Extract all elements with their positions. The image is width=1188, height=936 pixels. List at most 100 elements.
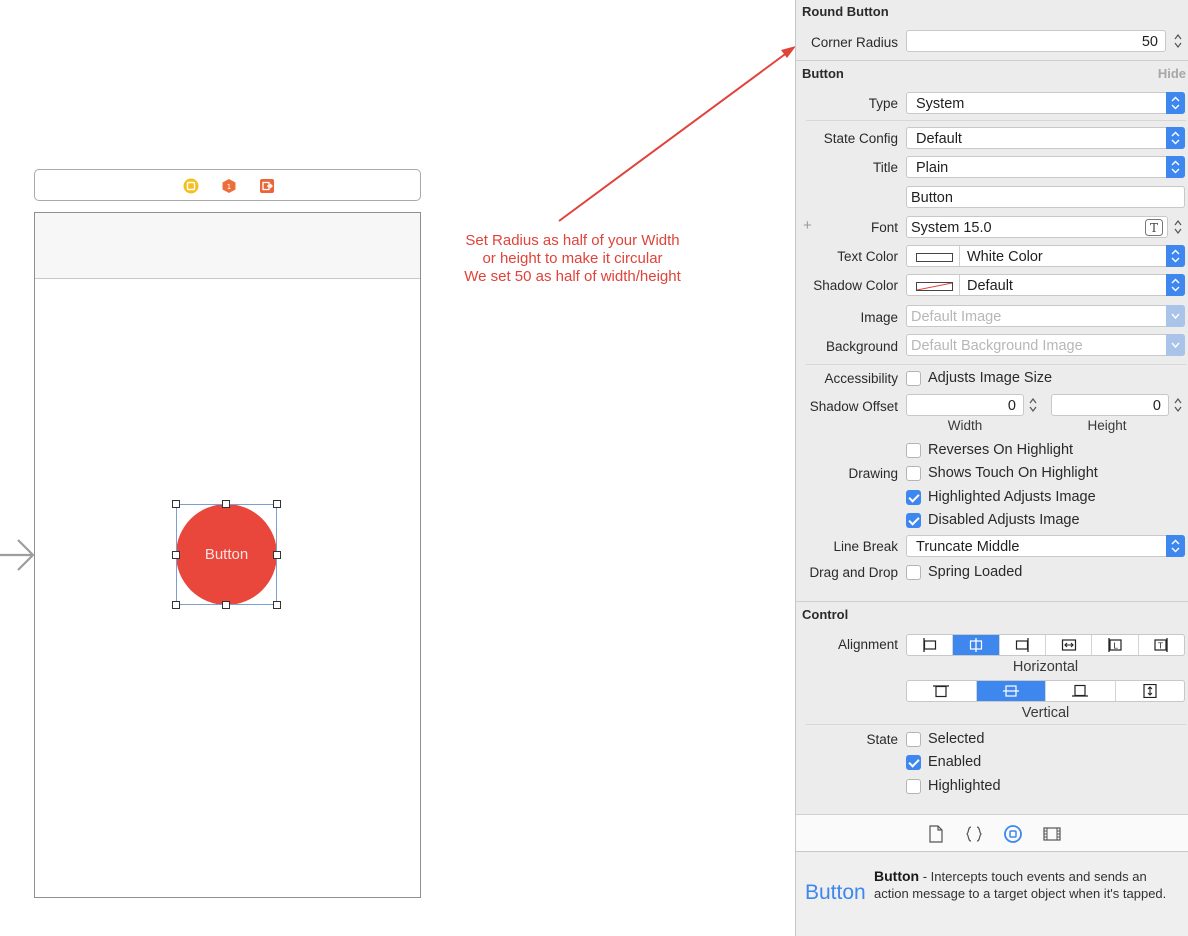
popup-arrows-icon xyxy=(1166,535,1185,557)
corner-radius-value: 50 xyxy=(1141,34,1158,50)
hide-button[interactable]: Hide xyxy=(1158,66,1186,81)
width-caption: Width xyxy=(947,418,983,433)
section-header-control: Control xyxy=(802,607,849,622)
object-help-panel: Button Button - Intercepts touch events … xyxy=(796,853,1188,936)
annotation-line: or height to make it circular xyxy=(482,250,663,267)
resize-handle-bottom-right[interactable] xyxy=(273,601,281,609)
line-break-popup[interactable]: Truncate Middle xyxy=(906,535,1185,557)
shows-touch-on-highlight-label: Shows Touch On Highlight xyxy=(928,465,1098,481)
resize-handle-left[interactable] xyxy=(172,551,180,559)
align-bottom-icon[interactable] xyxy=(1046,681,1116,701)
popup-arrows-icon xyxy=(1166,127,1185,149)
shadow-width-stepper-icon[interactable] xyxy=(1027,394,1039,416)
svg-text:L: L xyxy=(1113,642,1118,651)
vertical-alignment-control[interactable] xyxy=(906,680,1185,702)
exit-icon[interactable] xyxy=(259,178,275,194)
add-variation-icon[interactable]: + xyxy=(803,217,812,234)
spring-loaded-checkbox[interactable] xyxy=(906,565,921,580)
shadow-color-popup[interactable]: Default xyxy=(906,274,1185,296)
align-right-icon[interactable] xyxy=(1000,635,1046,655)
popup-arrows-icon xyxy=(1166,245,1185,267)
accessibility-label: Accessibility xyxy=(824,371,898,386)
shadow-color-value: Default xyxy=(967,278,1013,294)
popup-arrows-icon xyxy=(1166,156,1185,178)
resize-handle-top-left[interactable] xyxy=(172,500,180,508)
disabled-adjusts-image-checkbox[interactable] xyxy=(906,513,921,528)
state-config-popup[interactable]: Default xyxy=(906,127,1185,149)
reverses-on-highlight-checkbox[interactable] xyxy=(906,443,921,458)
shadow-color-swatch xyxy=(916,282,953,291)
align-left-icon[interactable] xyxy=(907,635,954,655)
align-middle-icon[interactable] xyxy=(976,681,1046,701)
resize-handle-bottom-left[interactable] xyxy=(172,601,180,609)
type-popup[interactable]: System xyxy=(906,92,1185,114)
align-fill-icon[interactable] xyxy=(1046,635,1093,655)
text-color-swatch xyxy=(916,253,953,262)
horizontal-caption: Horizontal xyxy=(1012,659,1079,675)
section-header-round-button: Round Button xyxy=(802,4,889,19)
horizontal-alignment-control[interactable]: L T xyxy=(906,634,1185,656)
background-placeholder: Default Background Image xyxy=(911,338,1083,354)
shadow-offset-height-field[interactable]: 0 xyxy=(1051,394,1169,416)
highlighted-checkbox[interactable] xyxy=(906,779,921,794)
svg-text:T: T xyxy=(1157,642,1163,651)
annotation-line: We set 50 as half of width/height xyxy=(464,268,681,285)
file-template-icon[interactable] xyxy=(927,825,945,843)
highlighted-adjusts-image-label: Highlighted Adjusts Image xyxy=(928,489,1096,505)
enabled-checkbox[interactable] xyxy=(906,755,921,770)
media-library-icon[interactable] xyxy=(1043,825,1061,843)
reverses-on-highlight-label: Reverses On Highlight xyxy=(928,442,1074,458)
resize-handle-top[interactable] xyxy=(222,500,230,508)
entry-point-arrow-icon xyxy=(0,539,35,571)
title-text-field[interactable]: Button xyxy=(906,186,1185,208)
enabled-label: Enabled xyxy=(928,754,982,770)
vertical-caption: Vertical xyxy=(1021,705,1070,721)
align-top-icon[interactable] xyxy=(907,681,977,701)
attributes-inspector: Round Button Corner Radius 50 Button Hid… xyxy=(795,0,1188,936)
scene-dock: 1 xyxy=(34,169,421,201)
corner-radius-field[interactable]: 50 xyxy=(906,30,1166,52)
shadow-offset-label: Shadow Offset xyxy=(809,399,898,414)
font-size-stepper-icon[interactable] xyxy=(1172,216,1184,238)
section-header-button: Button xyxy=(802,66,844,81)
shadow-offset-height-value: 0 xyxy=(1152,398,1161,414)
code-snippet-icon[interactable] xyxy=(965,825,983,843)
storyboard-canvas[interactable]: 1 Button Set Radius as half of your Widt… xyxy=(0,0,796,936)
selected-checkbox[interactable] xyxy=(906,732,921,747)
align-vertical-fill-icon[interactable] xyxy=(1116,681,1185,701)
view-controller-icon[interactable] xyxy=(183,178,199,194)
first-responder-icon[interactable]: 1 xyxy=(221,178,237,194)
type-label: Type xyxy=(868,96,898,111)
adjusts-image-size-checkbox[interactable] xyxy=(906,371,921,386)
text-color-popup[interactable]: White Color xyxy=(906,245,1185,267)
font-picker-icon[interactable]: T xyxy=(1145,219,1163,236)
state-config-value: Default xyxy=(916,131,962,147)
resize-handle-bottom[interactable] xyxy=(222,601,230,609)
image-combo[interactable]: Default Image xyxy=(906,305,1185,327)
help-description: Button - Intercepts touch events and sen… xyxy=(874,868,1180,902)
resize-handle-top-right[interactable] xyxy=(273,500,281,508)
shadow-offset-width-field[interactable]: 0 xyxy=(906,394,1024,416)
align-trailing-icon[interactable]: T xyxy=(1139,635,1184,655)
line-break-label: Line Break xyxy=(833,539,898,554)
title-text-value: Button xyxy=(911,190,953,206)
resize-handle-right[interactable] xyxy=(273,551,281,559)
alignment-label: Alignment xyxy=(837,637,898,652)
line-break-value: Truncate Middle xyxy=(916,539,1020,555)
round-button[interactable]: Button xyxy=(176,504,277,605)
align-leading-icon[interactable]: L xyxy=(1092,635,1139,655)
shadow-height-stepper-icon[interactable] xyxy=(1172,394,1184,416)
background-combo[interactable]: Default Background Image xyxy=(906,334,1185,356)
highlighted-adjusts-image-checkbox[interactable] xyxy=(906,490,921,505)
font-field[interactable]: System 15.0 T xyxy=(906,216,1168,238)
corner-radius-stepper-icon[interactable] xyxy=(1172,30,1184,52)
object-library-icon[interactable] xyxy=(1004,825,1022,843)
image-label: Image xyxy=(860,310,898,325)
corner-radius-label: Corner Radius xyxy=(810,35,898,50)
title-popup[interactable]: Plain xyxy=(906,156,1185,178)
shows-touch-on-highlight-checkbox[interactable] xyxy=(906,466,921,481)
align-center-icon[interactable] xyxy=(953,635,1000,655)
selected-label: Selected xyxy=(928,731,985,747)
chevron-down-icon xyxy=(1166,305,1185,327)
state-config-label: State Config xyxy=(823,131,898,146)
